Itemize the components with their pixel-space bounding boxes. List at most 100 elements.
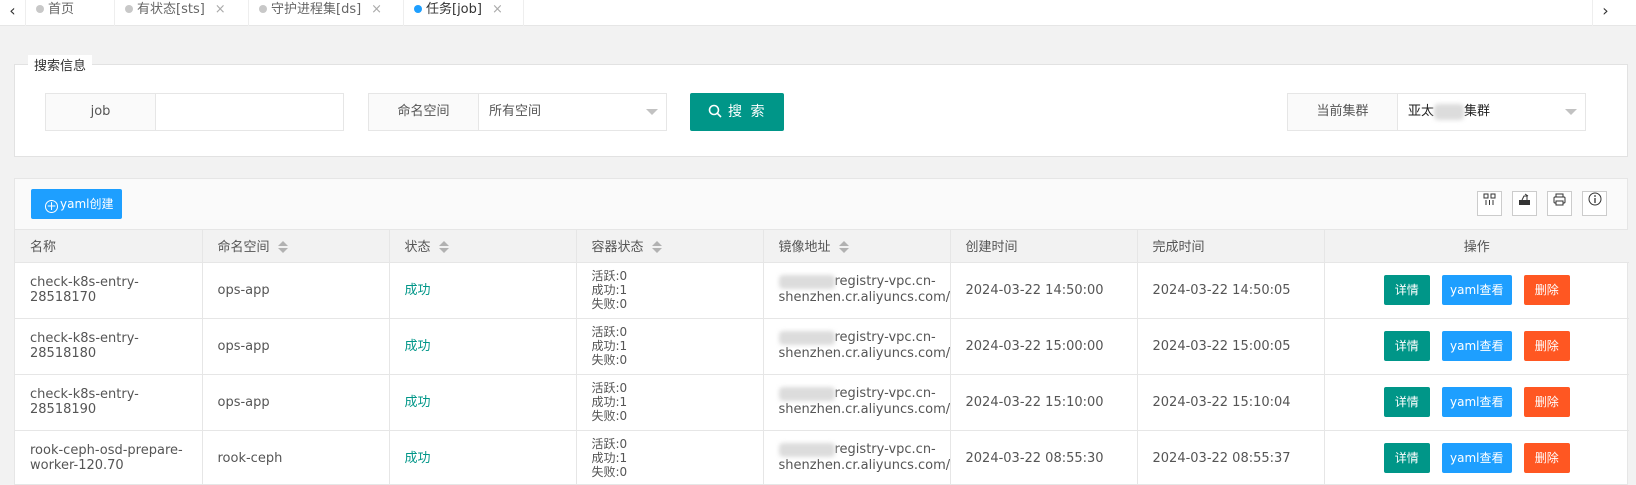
sort-icon[interactable] <box>838 241 849 254</box>
search-button[interactable]: 搜 索 <box>690 93 784 131</box>
namespace-select-value: 所有空间 <box>489 104 542 119</box>
search-icon <box>708 104 722 118</box>
search-button-label: 搜 索 <box>728 104 767 120</box>
finished-time: 2024-03-22 15:00:05 <box>1137 318 1325 375</box>
cluster-select[interactable]: 当前集群 亚太 集群 <box>1287 93 1586 131</box>
search-legend: 搜索信息 <box>28 55 93 74</box>
redacted-blur <box>778 330 835 345</box>
image-address: registry-vpc.cn-shenzhen.cr.aliyuncs.com… <box>763 262 951 319</box>
tab-label: 首页 <box>48 2 75 17</box>
container-status: 活跃:0 成功:1 失败:0 <box>576 262 764 319</box>
yaml-view-button[interactable]: yaml查看 <box>1441 387 1512 417</box>
tab-label: 任务[job] <box>426 2 482 17</box>
detail-button[interactable]: 详情 <box>1383 331 1430 361</box>
row-actions: 详情 yaml查看 删除 <box>1324 262 1629 319</box>
delete-button[interactable]: 删除 <box>1523 387 1570 417</box>
col-header-created: 创建时间 <box>950 230 1138 263</box>
delete-button[interactable]: 删除 <box>1523 443 1570 473</box>
namespace-label: 命名空间 <box>369 94 479 130</box>
tab-close-icon[interactable]: × <box>371 2 382 17</box>
row-actions: 详情 yaml查看 删除 <box>1324 374 1629 431</box>
tab-job[interactable]: 任务[job] × <box>404 0 524 26</box>
job-table-panel: + yaml创建 名称 命名空间 状态 容器状态 镜像地址 创建时间 完成时间 … <box>14 178 1629 485</box>
job-label: job <box>46 94 156 130</box>
job-name: check-k8s-entry-28518190 <box>15 374 203 431</box>
job-status: 成功 <box>389 318 577 375</box>
tab-bar: ‹ 首页 有状态[sts] × 守护进程集[ds] × 任务[job] × › <box>0 0 1636 26</box>
redacted-blur <box>778 274 835 289</box>
table-row: check-k8s-entry-28518180 ops-app 成功 活跃:0… <box>15 318 1629 375</box>
tab-next-arrow-icon[interactable]: › <box>1592 0 1618 26</box>
cluster-name-prefix: 亚太 <box>1408 104 1435 119</box>
row-actions: 详情 yaml查看 删除 <box>1324 318 1629 375</box>
table-row: check-k8s-entry-28518170 ops-app 成功 活跃:0… <box>15 262 1629 319</box>
tab-sts[interactable]: 有状态[sts] × <box>115 0 249 26</box>
row-actions: 详情 yaml查看 删除 <box>1324 430 1629 485</box>
tab-home[interactable]: 首页 <box>26 0 115 26</box>
created-time: 2024-03-22 08:55:30 <box>950 430 1138 485</box>
chevron-down-icon <box>646 109 658 115</box>
add-circle-icon: + <box>45 199 58 213</box>
tab-dot-icon <box>36 5 44 13</box>
tab-label: 守护进程集[ds] <box>271 2 362 17</box>
col-header-actions: 操作 <box>1324 230 1629 263</box>
table-toolbar: + yaml创建 <box>15 179 1627 230</box>
detail-button[interactable]: 详情 <box>1383 443 1430 473</box>
cluster-name-suffix: 集群 <box>1464 104 1491 119</box>
col-header-image[interactable]: 镜像地址 <box>763 230 951 263</box>
delete-button[interactable]: 删除 <box>1523 275 1570 305</box>
redacted-blur <box>1434 103 1465 120</box>
col-header-namespace[interactable]: 命名空间 <box>202 230 390 263</box>
delete-button[interactable]: 删除 <box>1523 331 1570 361</box>
job-namespace: ops-app <box>202 318 390 375</box>
chevron-down-icon <box>1565 109 1577 115</box>
yaml-create-label: yaml创建 <box>60 197 114 211</box>
tab-close-icon[interactable]: × <box>492 2 503 17</box>
yaml-view-button[interactable]: yaml查看 <box>1441 331 1512 361</box>
redacted-blur <box>778 442 835 457</box>
namespace-select[interactable]: 命名空间 所有空间 <box>368 93 667 131</box>
tab-dot-icon <box>259 5 267 13</box>
yaml-create-button[interactable]: + yaml创建 <box>31 189 122 219</box>
yaml-view-button[interactable]: yaml查看 <box>1441 443 1512 473</box>
created-time: 2024-03-22 14:50:00 <box>950 262 1138 319</box>
col-header-status[interactable]: 状态 <box>389 230 577 263</box>
container-status: 活跃:0 成功:1 失败:0 <box>576 318 764 375</box>
job-name: rook-ceph-osd-prepare-worker-120.70 <box>15 430 203 485</box>
tab-close-icon[interactable]: × <box>215 2 226 17</box>
sort-icon[interactable] <box>277 241 288 254</box>
print-icon[interactable] <box>1547 191 1572 216</box>
col-header-name: 名称 <box>15 230 203 263</box>
finished-time: 2024-03-22 15:10:04 <box>1137 374 1325 431</box>
table-row: rook-ceph-osd-prepare-worker-120.70 rook… <box>15 430 1629 485</box>
col-header-finished: 完成时间 <box>1137 230 1325 263</box>
tab-prev-arrow-icon[interactable]: ‹ <box>0 0 26 26</box>
tab-ds[interactable]: 守护进程集[ds] × <box>249 0 404 26</box>
col-header-container-status[interactable]: 容器状态 <box>576 230 764 263</box>
tab-dot-icon <box>125 5 133 13</box>
detail-button[interactable]: 详情 <box>1383 275 1430 305</box>
columns-filter-icon[interactable] <box>1477 191 1502 216</box>
created-time: 2024-03-22 15:10:00 <box>950 374 1138 431</box>
job-status: 成功 <box>389 374 577 431</box>
sort-icon[interactable] <box>438 241 449 254</box>
table-row: check-k8s-entry-28518190 ops-app 成功 活跃:0… <box>15 374 1629 431</box>
job-namespace: ops-app <box>202 262 390 319</box>
container-status: 活跃:0 成功:1 失败:0 <box>576 430 764 485</box>
info-icon[interactable] <box>1582 191 1607 216</box>
redacted-blur <box>778 386 835 401</box>
finished-time: 2024-03-22 08:55:37 <box>1137 430 1325 485</box>
sort-icon[interactable] <box>651 241 662 254</box>
image-address: registry-vpc.cn-shenzhen.cr.aliyuncs.com… <box>763 430 951 485</box>
tab-label: 有状态[sts] <box>137 2 205 17</box>
job-search-input[interactable] <box>156 94 343 130</box>
image-address: registry-vpc.cn-shenzhen.cr.aliyuncs.com… <box>763 318 951 375</box>
job-status: 成功 <box>389 262 577 319</box>
export-icon[interactable] <box>1512 191 1537 216</box>
yaml-view-button[interactable]: yaml查看 <box>1441 275 1512 305</box>
table-header-row: 名称 命名空间 状态 容器状态 镜像地址 创建时间 完成时间 操作 <box>15 230 1629 263</box>
job-name: check-k8s-entry-28518170 <box>15 262 203 319</box>
tab-dot-icon <box>414 5 422 13</box>
detail-button[interactable]: 详情 <box>1383 387 1430 417</box>
cluster-select-value: 亚太 集群 <box>1398 94 1490 130</box>
